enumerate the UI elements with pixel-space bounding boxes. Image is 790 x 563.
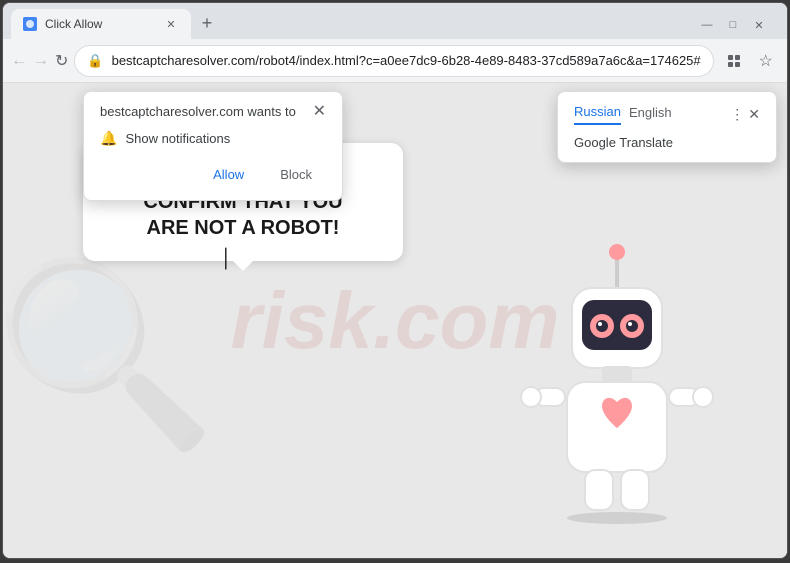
tab-bar: Click Allow ✕ + — □ ✕	[3, 3, 787, 39]
back-button[interactable]: ←	[11, 47, 27, 75]
extensions-button[interactable]	[720, 47, 748, 75]
content-area: risk.com 🔍 bestcaptcharesolver.com wants…	[3, 83, 787, 558]
translate-header: Russian English ⋮ ✕	[574, 104, 760, 125]
notification-popup: bestcaptcharesolver.com wants to ✕ 🔔 Sho…	[83, 91, 343, 201]
lock-icon: 🔒	[87, 53, 103, 69]
popup-header: bestcaptcharesolver.com wants to ✕	[100, 104, 326, 120]
block-button[interactable]: Block	[266, 161, 326, 188]
tab-title: Click Allow	[45, 17, 102, 31]
popup-title: bestcaptcharesolver.com wants to	[100, 104, 296, 119]
translate-tab-english[interactable]: English	[629, 105, 672, 124]
bg-decoration: 🔍	[3, 249, 217, 460]
permission-text: Show notifications	[125, 131, 230, 146]
refresh-button[interactable]: ↻	[55, 47, 68, 75]
robot-illustration	[507, 238, 727, 538]
address-bar[interactable]: 🔒 bestcaptcharesolver.com/robot4/index.h…	[74, 45, 713, 77]
minimize-button[interactable]: —	[695, 15, 719, 35]
bell-icon: 🔔	[100, 130, 117, 147]
toolbar-actions: ☆ ⋮	[720, 47, 788, 75]
speech-line2: ARE NOT A ROBOT!	[147, 217, 340, 239]
translate-tab-russian[interactable]: Russian	[574, 104, 621, 125]
tab-close-button[interactable]: ✕	[163, 16, 179, 32]
maximize-button[interactable]: □	[721, 15, 745, 35]
window-controls: — □ ✕	[695, 15, 779, 39]
close-button[interactable]: ✕	[747, 15, 771, 35]
popup-close-button[interactable]: ✕	[313, 104, 326, 120]
popup-buttons: Allow Block	[100, 161, 326, 188]
translate-menu-icon[interactable]: ⋮	[730, 106, 744, 123]
active-tab[interactable]: Click Allow ✕	[11, 9, 191, 39]
new-tab-button[interactable]: +	[193, 9, 221, 37]
translate-actions: ⋮ ✕	[730, 106, 760, 123]
profile-button[interactable]	[784, 47, 788, 75]
robot-svg	[507, 238, 727, 538]
url-text: bestcaptcharesolver.com/robot4/index.htm…	[112, 53, 701, 68]
browser-window: Click Allow ✕ + — □ ✕ ← → ↻ 🔒 bestcaptch…	[2, 2, 788, 559]
bookmark-button[interactable]: ☆	[752, 47, 780, 75]
translate-popup: Russian English ⋮ ✕ Google Translate	[557, 91, 777, 163]
popup-permission-row: 🔔 Show notifications	[100, 130, 326, 147]
translate-close-button[interactable]: ✕	[748, 106, 760, 123]
allow-button[interactable]: Allow	[199, 161, 258, 188]
translate-body-text: Google Translate	[574, 135, 760, 150]
tab-favicon	[23, 17, 37, 31]
forward-button[interactable]: →	[33, 47, 49, 75]
toolbar: ← → ↻ 🔒 bestcaptcharesolver.com/robot4/i…	[3, 39, 787, 83]
